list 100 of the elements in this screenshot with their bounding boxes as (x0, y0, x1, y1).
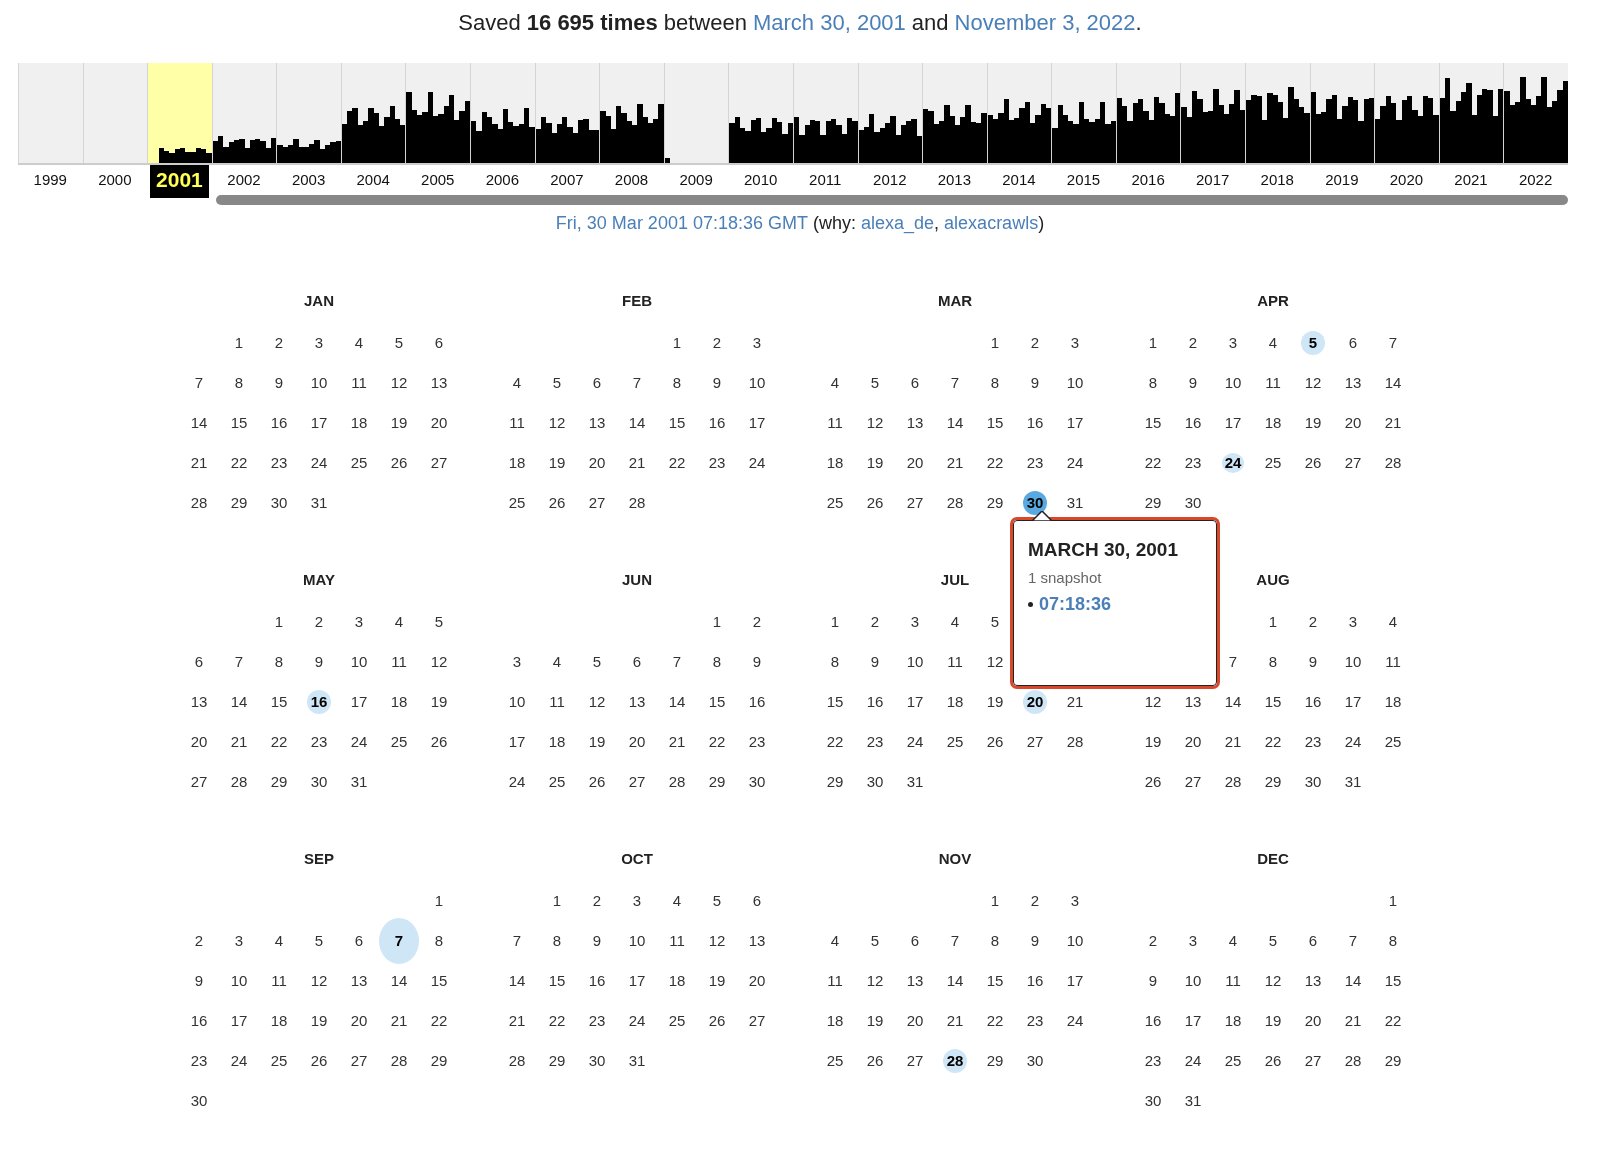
scrollbar-thumb[interactable] (216, 195, 1568, 205)
calendar-day: 2 (752, 612, 762, 632)
month-heading: FEB (622, 292, 652, 310)
year-tab[interactable]: 2000 (92, 165, 138, 198)
captures-sparkline[interactable] (18, 63, 1568, 165)
capture-day[interactable]: 24 (1222, 453, 1244, 473)
calendar-day: 8 (672, 373, 682, 393)
calendar-day: 15 (986, 413, 1004, 433)
calendar-day: 22 (826, 732, 844, 752)
calendar-day: 4 (394, 612, 404, 632)
calendar-day: 30 (1304, 772, 1322, 792)
calendar-day: 16 (708, 413, 726, 433)
calendar-day: 1 (274, 612, 284, 632)
calendar-day: 16 (1144, 1011, 1162, 1031)
capture-day[interactable]: 20 (1023, 690, 1047, 714)
calendar-day: 28 (1344, 1051, 1362, 1071)
calendar-day: 2 (1030, 333, 1040, 353)
year-tab[interactable]: 2009 (673, 165, 719, 198)
calendar-day: 22 (708, 732, 726, 752)
calendar-day: 19 (548, 453, 566, 473)
capture-day[interactable]: 30 (1023, 491, 1047, 515)
year-tab[interactable]: 2015 (1060, 165, 1107, 198)
calendar-day: 13 (430, 373, 448, 393)
calendar-day: 9 (1030, 931, 1040, 951)
year-tab[interactable]: 2008 (608, 165, 655, 198)
calendar-day: 27 (1304, 1051, 1322, 1071)
last-capture-link[interactable]: November 3, 2022 (954, 10, 1136, 44)
year-tab[interactable]: 2003 (285, 165, 332, 198)
calendar-day: 30 (310, 772, 328, 792)
year-tab[interactable]: 2013 (931, 165, 978, 198)
year-tab[interactable]: 1999 (27, 165, 73, 198)
calendar-day: 19 (1304, 413, 1322, 433)
calendar-day: 30 (748, 772, 766, 792)
calendar-day: 26 (1144, 772, 1162, 792)
calendar-day: 22 (1264, 732, 1282, 752)
calendar-day: 28 (628, 493, 646, 513)
calendar-day: 8 (1388, 931, 1398, 951)
calendar-day: 6 (592, 373, 602, 393)
calendar-day: 31 (1344, 772, 1362, 792)
year-tab[interactable]: 2010 (737, 165, 784, 198)
year-tab[interactable]: 2004 (350, 165, 396, 198)
reason-link[interactable]: alexa_de (861, 213, 935, 234)
calendar-day: 10 (1344, 652, 1362, 672)
year-tab[interactable]: 2007 (544, 165, 590, 198)
calendar-day: 25 (826, 493, 844, 513)
first-capture-link[interactable]: March 30, 2001 (752, 10, 906, 44)
calendar-day: 17 (310, 413, 328, 433)
calendar-day: 9 (1148, 971, 1158, 991)
bullet-icon (1028, 602, 1033, 607)
calendar-day: 13 (1344, 373, 1362, 393)
calendar-day: 14 (946, 413, 964, 433)
reason-link[interactable]: alexacrawls (944, 213, 1039, 234)
year-tab[interactable]: 2022 (1512, 165, 1559, 198)
calendar-day: 22 (548, 1011, 566, 1031)
calendar-day: 24 (906, 732, 924, 752)
calendar-day: 19 (866, 453, 884, 473)
calendar-day: 11 (827, 971, 843, 991)
year-tab[interactable]: 2020 (1383, 165, 1430, 198)
calendar-day: 25 (668, 1011, 686, 1031)
year-tab[interactable]: 2005 (415, 165, 461, 198)
year-tab[interactable]: 2014 (996, 165, 1042, 198)
capture-day[interactable]: 5 (1301, 331, 1325, 355)
year-tab[interactable]: 2021 (1448, 165, 1494, 198)
calendar-day: 27 (906, 493, 924, 513)
calendar-day: 25 (508, 493, 526, 513)
calendar-day: 29 (548, 1051, 566, 1071)
calendar-day: 3 (1070, 333, 1080, 353)
calendar-day: 30 (270, 493, 288, 513)
year-tab[interactable]: 2017 (1190, 165, 1236, 198)
snapshot-time-link[interactable]: 07:18:36 (1039, 594, 1112, 615)
calendar-day: 30 (1144, 1091, 1162, 1111)
calendar-day: 3 (1228, 333, 1238, 353)
calendar-day: 1 (234, 333, 244, 353)
calendar-day: 12 (548, 413, 566, 433)
calendar-day: 16 (1026, 971, 1044, 991)
capture-day[interactable]: 16 (307, 690, 331, 714)
calendar-day: 24 (628, 1011, 646, 1031)
capture-day[interactable]: 28 (943, 1049, 967, 1073)
calendar-day: 29 (230, 493, 248, 513)
calendar-day: 5 (592, 652, 602, 672)
year-tab[interactable]: 2011 (803, 165, 848, 198)
calendar-day: 8 (990, 931, 1000, 951)
capture-day[interactable]: 7 (379, 918, 419, 964)
calendar-day: 15 (668, 413, 686, 433)
year-tab[interactable]: 2002 (221, 165, 267, 198)
year-tab[interactable]: 2018 (1254, 165, 1300, 198)
calendar-day: 29 (1144, 493, 1162, 513)
capture-timestamp-link[interactable]: Fri, 30 Mar 2001 07:18:36 GMT (555, 213, 808, 234)
calendar-day: 28 (1066, 732, 1084, 752)
year-tab[interactable]: 2006 (479, 165, 525, 198)
year-tab[interactable]: 2001 (150, 165, 209, 198)
why-label: (why: (813, 213, 856, 234)
calendar-day: 4 (672, 891, 682, 911)
year-tab[interactable]: 2016 (1125, 165, 1171, 198)
year-tab[interactable]: 2019 (1319, 165, 1365, 198)
summary-text: and (911, 10, 949, 37)
calendar-day: 4 (512, 373, 522, 393)
calendar-day: 18 (946, 692, 964, 712)
year-tab[interactable]: 2012 (867, 165, 913, 198)
calendar-day: 3 (1070, 891, 1080, 911)
